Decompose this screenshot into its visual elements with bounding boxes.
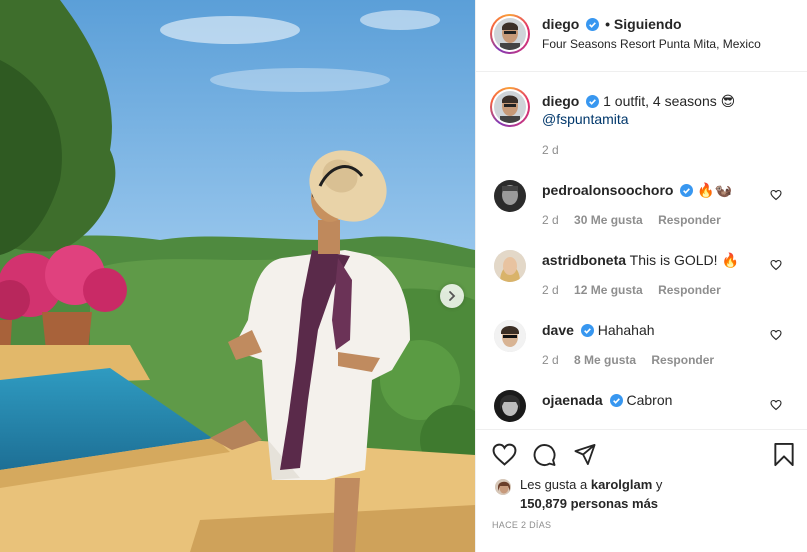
verified-badge-icon — [586, 95, 600, 108]
comment-time[interactable]: 2 d — [542, 283, 559, 297]
verified-badge-icon — [680, 184, 694, 197]
caption-mention[interactable]: @fspuntamita — [542, 111, 629, 127]
instagram-post: diego • Siguiendo Four Seasons Resort Pu… — [0, 0, 807, 552]
verified-badge-icon — [609, 394, 623, 407]
comment-text: This is GOLD! 🔥 — [629, 252, 739, 268]
caption-text: 1 outfit, 4 seasons 😎 — [603, 93, 736, 109]
post-header: diego • Siguiendo Four Seasons Resort Pu… — [476, 0, 807, 72]
comment-username[interactable]: pedroalonsoochoro — [542, 182, 673, 198]
comment-like-heart-icon[interactable] — [770, 329, 782, 341]
caption-avatar — [494, 91, 526, 123]
comment-username[interactable]: astridboneta — [542, 252, 626, 268]
comment-like-heart-icon[interactable] — [770, 189, 782, 201]
comment-likes[interactable]: 30 Me gusta — [574, 213, 643, 227]
photo-scene — [0, 0, 475, 552]
likes-user[interactable]: karolglam — [591, 477, 652, 492]
comment-icon[interactable] — [532, 443, 557, 467]
comment-likes[interactable]: 8 Me gusta — [574, 353, 636, 367]
commenter-avatar[interactable] — [494, 180, 526, 212]
caption-avatar-ring[interactable] — [490, 87, 530, 127]
follow-separator: • — [605, 16, 611, 32]
comments-section[interactable]: diego 1 outfit, 4 seasons 😎 @fspuntamita… — [476, 73, 807, 428]
verified-badge-icon — [580, 324, 594, 337]
comment-likes[interactable]: 12 Me gusta — [574, 283, 643, 297]
likes-prefix: Les gusta a — [520, 477, 588, 492]
chevron-right-icon — [449, 291, 456, 301]
post-photo[interactable] — [0, 0, 475, 552]
caption-time[interactable]: 2 d — [542, 143, 559, 157]
likes-summary: Les gusta a karolglam y 150,879 personas… — [520, 475, 662, 513]
liker-avatar[interactable] — [494, 478, 512, 496]
comment-text: Cabron — [626, 392, 673, 408]
likes-and: y — [655, 477, 663, 492]
comment-text: Hahahah — [597, 322, 655, 338]
next-photo-button[interactable] — [440, 284, 464, 308]
commenter-avatar[interactable] — [494, 250, 526, 282]
bookmark-icon[interactable] — [773, 442, 795, 467]
likes-count[interactable]: 150,879 personas más — [520, 496, 658, 511]
commenter-avatar[interactable] — [494, 320, 526, 352]
author-avatar-ring[interactable] — [490, 14, 530, 54]
comment-text: 🔥🦦 — [697, 182, 733, 198]
comment-username[interactable]: dave — [542, 322, 574, 338]
author-avatar — [494, 18, 526, 50]
comment-like-heart-icon[interactable] — [770, 399, 782, 411]
reply-button[interactable]: Responder — [658, 213, 721, 227]
caption-username[interactable]: diego — [542, 93, 579, 109]
comment-time[interactable]: 2 d — [542, 213, 559, 227]
heart-icon[interactable] — [492, 443, 517, 466]
reply-button[interactable]: Responder — [651, 353, 714, 367]
reply-button[interactable]: Responder — [658, 283, 721, 297]
comment-like-heart-icon[interactable] — [770, 259, 782, 271]
post-location[interactable]: Four Seasons Resort Punta Mita, Mexico — [542, 37, 761, 51]
post-actions: Les gusta a karolglam y 150,879 personas… — [476, 429, 807, 552]
comment-username[interactable]: ojaenada — [542, 392, 603, 408]
post-time[interactable]: HACE 2 DÍAS — [492, 520, 551, 530]
commenter-avatar[interactable] — [494, 390, 526, 422]
paper-plane-icon[interactable] — [573, 443, 597, 466]
comment-time[interactable]: 2 d — [542, 353, 559, 367]
author-username[interactable]: diego — [542, 16, 579, 32]
post-sidebar: diego • Siguiendo Four Seasons Resort Pu… — [475, 0, 807, 552]
verified-badge-icon — [586, 18, 600, 31]
following-button[interactable]: Siguiendo — [614, 16, 682, 32]
